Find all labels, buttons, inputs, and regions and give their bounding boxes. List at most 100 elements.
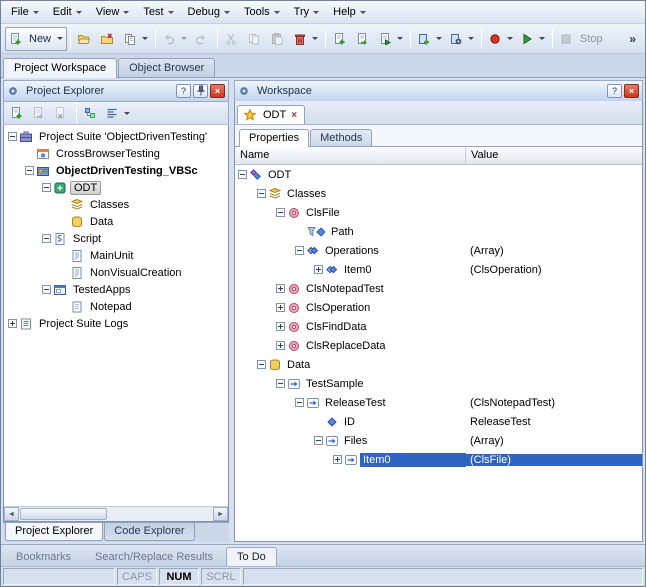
workspace-help-button[interactable]: ? — [607, 84, 622, 98]
horizontal-scrollbar[interactable]: ◄ ► — [4, 506, 228, 521]
tab-code-explorer[interactable]: Code Explorer — [104, 523, 194, 541]
paste-button[interactable] — [267, 27, 290, 51]
project-explorer-close-button[interactable]: × — [210, 84, 225, 98]
grid-row-classes[interactable]: Classes — [235, 184, 642, 203]
collapse-icon[interactable] — [42, 285, 51, 294]
tree-item-classes[interactable]: Classes — [4, 196, 228, 213]
collapse-icon[interactable] — [238, 170, 247, 179]
expand-icon[interactable] — [8, 319, 17, 328]
tree-item-notepad[interactable]: Notepad — [4, 298, 228, 315]
tab-bookmarks[interactable]: Bookmarks — [5, 547, 82, 566]
run-button[interactable] — [517, 27, 549, 51]
collapse-icon[interactable] — [42, 183, 51, 192]
save-all-button[interactable] — [120, 27, 152, 51]
tab-properties[interactable]: Properties — [239, 129, 309, 147]
grid-row-id[interactable]: IDReleaseTest — [235, 412, 642, 431]
grid-row-clsfinddata[interactable]: ClsFindData — [235, 317, 642, 336]
scroll-right-button[interactable]: ► — [213, 507, 228, 521]
copy-button[interactable] — [244, 27, 267, 51]
scrollbar-thumb[interactable] — [20, 508, 107, 520]
close-tab-icon[interactable]: × — [290, 110, 298, 121]
grid-row-path[interactable]: Path — [235, 222, 642, 241]
collapse-icon[interactable] — [257, 360, 266, 369]
menu-test[interactable]: Test — [136, 3, 180, 21]
column-header-name[interactable]: Name — [235, 147, 466, 164]
grid-row-operations[interactable]: Operations(Array) — [235, 241, 642, 260]
collapse-icon[interactable] — [295, 246, 304, 255]
tab-to-do[interactable]: To Do — [226, 547, 277, 566]
collapse-icon[interactable] — [276, 379, 285, 388]
tree-item-mainunit[interactable]: MainUnit — [4, 247, 228, 264]
project-explorer-help-button[interactable]: ? — [176, 84, 191, 98]
tree-item-nonvisualcreation[interactable]: NonVisualCreation — [4, 264, 228, 281]
tab-project-explorer[interactable]: Project Explorer — [5, 523, 103, 541]
expand-icon[interactable] — [276, 341, 285, 350]
redo-button[interactable] — [191, 27, 214, 51]
grid-row-odt[interactable]: ODT — [235, 165, 642, 184]
project-explorer-pin-button[interactable] — [193, 84, 208, 98]
add-existing-item-button[interactable] — [29, 103, 50, 123]
tree-item-odt[interactable]: ODT — [4, 179, 228, 196]
tab-odt-document[interactable]: ODT × — [237, 105, 305, 124]
close-project-button[interactable] — [97, 27, 120, 51]
grid-row-item0[interactable]: Item0(ClsOperation) — [235, 260, 642, 279]
new-doc-button[interactable]: New — [5, 27, 67, 51]
tree-item-testedapps[interactable]: TestedApps — [4, 281, 228, 298]
collapse-icon[interactable] — [295, 398, 304, 407]
checkpoint-button[interactable] — [414, 27, 446, 51]
expand-icon[interactable] — [276, 303, 285, 312]
record-button[interactable] — [485, 27, 517, 51]
undo-button[interactable] — [159, 27, 191, 51]
grid-row-files[interactable]: Files(Array) — [235, 431, 642, 450]
menu-edit[interactable]: Edit — [46, 3, 89, 21]
menu-debug[interactable]: Debug — [181, 3, 237, 21]
collapse-icon[interactable] — [8, 132, 17, 141]
scroll-left-button[interactable]: ◄ — [4, 507, 19, 521]
add-item-arrow-button[interactable] — [375, 27, 407, 51]
collapse-icon[interactable] — [42, 234, 51, 243]
collapse-icon[interactable] — [314, 436, 323, 445]
workspace-close-button[interactable]: × — [624, 84, 639, 98]
tab-methods[interactable]: Methods — [310, 129, 372, 146]
column-header-value[interactable]: Value — [466, 147, 642, 164]
menu-try[interactable]: Try — [287, 3, 326, 21]
tree-item-project-suite-logs[interactable]: Project Suite Logs — [4, 315, 228, 332]
scrollbar-track[interactable] — [19, 507, 213, 521]
options-gear-button[interactable] — [446, 27, 478, 51]
collapse-icon[interactable] — [257, 189, 266, 198]
grid-row-releasetest[interactable]: ReleaseTest(ClsNotepadTest) — [235, 393, 642, 412]
add-new-item-button[interactable] — [329, 27, 352, 51]
menu-file[interactable]: File — [4, 3, 46, 21]
collapse-icon[interactable] — [276, 208, 285, 217]
menu-tools[interactable]: Tools — [237, 3, 287, 21]
tab-search-replace-results[interactable]: Search/Replace Results — [84, 547, 224, 566]
grid-row-clsoperation[interactable]: ClsOperation — [235, 298, 642, 317]
toolbar-overflow-button[interactable]: » — [624, 32, 641, 46]
grid-row-testsample[interactable]: TestSample — [235, 374, 642, 393]
tab-object-browser[interactable]: Object Browser — [118, 58, 215, 77]
grid-row-clsreplacedata[interactable]: ClsReplaceData — [235, 336, 642, 355]
menu-view[interactable]: View — [89, 3, 137, 21]
tree-item-project-suite-objectdriventesting[interactable]: Project Suite 'ObjectDrivenTesting' — [4, 128, 228, 145]
delete-button[interactable] — [290, 27, 322, 51]
grid-row-clsnotepadtest[interactable]: ClsNotepadTest — [235, 279, 642, 298]
tree-item-crossbrowsertesting[interactable]: CrossBrowserTesting — [4, 145, 228, 162]
cut-button[interactable] — [221, 27, 244, 51]
grid-row-item0[interactable]: Item0(ClsFile) — [235, 450, 642, 469]
tree-item-data[interactable]: Data — [4, 213, 228, 230]
expand-icon[interactable] — [314, 265, 323, 274]
delete-item-button[interactable] — [51, 103, 72, 123]
expand-icon[interactable] — [276, 284, 285, 293]
tree-item-script[interactable]: Script — [4, 230, 228, 247]
tree-item-objectdriventesting-vbsc[interactable]: ObjectDrivenTesting_VBSc — [4, 162, 228, 179]
collapse-icon[interactable] — [25, 166, 34, 175]
expand-icon[interactable] — [276, 322, 285, 331]
menu-help[interactable]: Help — [326, 3, 373, 21]
add-existing-item-button[interactable] — [352, 27, 375, 51]
view-options-button[interactable] — [103, 103, 133, 123]
tab-project-workspace[interactable]: Project Workspace — [3, 58, 117, 78]
add-new-item-button[interactable] — [7, 103, 28, 123]
stop-button[interactable]: Stop — [556, 27, 610, 51]
grid-row-data[interactable]: Data — [235, 355, 642, 374]
open-folder-button[interactable] — [74, 27, 97, 51]
